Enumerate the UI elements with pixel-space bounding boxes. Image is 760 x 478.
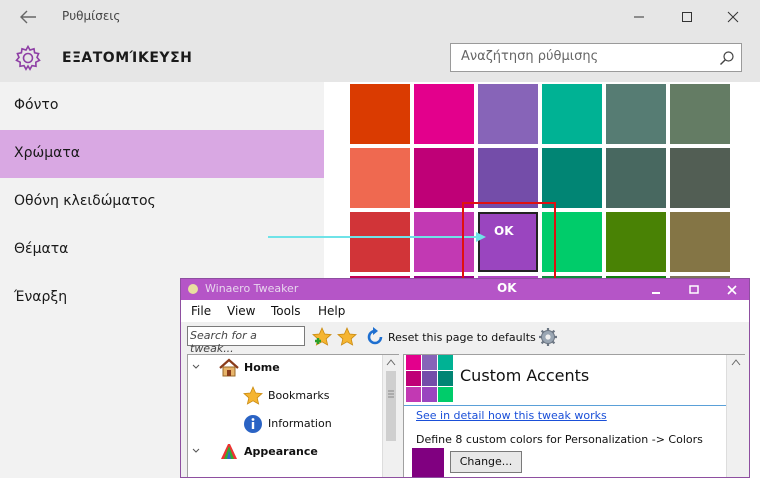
settings-search-input[interactable]: Αναζήτηση ρύθμισης	[450, 43, 742, 72]
color-swatch[interactable]	[350, 148, 410, 208]
menu-tools[interactable]: Tools	[271, 304, 301, 318]
color-swatch[interactable]	[478, 148, 538, 208]
chevron-down-icon	[192, 364, 200, 369]
tweak-detail-link[interactable]: See in detail how this tweak works	[416, 409, 607, 422]
color-swatch[interactable]	[542, 84, 602, 144]
winaero-tweaker-window: Winaero Tweaker OK File View Tools Help …	[180, 278, 750, 478]
close-icon	[727, 11, 739, 23]
house-icon	[219, 358, 239, 377]
menu-view[interactable]: View	[227, 304, 255, 318]
minimize-button[interactable]	[624, 5, 654, 29]
close-button[interactable]	[718, 5, 748, 29]
tweak-search-placeholder: Search for a tweak...	[190, 329, 257, 355]
window-title: Ρυθμίσεις	[62, 9, 121, 23]
panel-divider	[404, 405, 726, 406]
nav-item-label: Φόντο	[14, 97, 59, 113]
menu-help[interactable]: Help	[318, 304, 345, 318]
scrollbar-track	[386, 359, 396, 441]
color-swatch[interactable]	[542, 148, 602, 208]
add-bookmark-icon[interactable]	[311, 326, 333, 348]
custom-accents-icon	[406, 355, 453, 402]
menu-file[interactable]: File	[191, 304, 211, 318]
color-swatch[interactable]	[670, 148, 730, 208]
back-arrow-icon	[20, 10, 36, 24]
nav-item-label: Έναρξη	[14, 289, 68, 305]
color-swatch[interactable]	[350, 84, 410, 144]
tweaker-tree: Home Bookmarks Information Appearance	[187, 354, 399, 477]
tree-item-home[interactable]: Home	[192, 355, 382, 381]
settings-gear-icon[interactable]	[537, 326, 559, 348]
back-button[interactable]	[12, 5, 44, 29]
maximize-button[interactable]	[672, 5, 702, 29]
tweaker-ok-annotation: OK	[497, 281, 517, 295]
tweak-detail-panel: Custom Accents See in detail how this tw…	[403, 354, 745, 477]
search-icon	[720, 51, 734, 65]
tweaker-app-icon	[188, 284, 198, 294]
color-swatch[interactable]	[606, 148, 666, 208]
tweak-search-input[interactable]: Search for a tweak...	[187, 326, 305, 355]
star-icon	[243, 385, 263, 405]
change-color-button[interactable]: Change...	[450, 451, 522, 473]
tweak-description: Define 8 custom colors for Personalizati…	[416, 433, 703, 446]
annotation-arrow	[268, 232, 486, 242]
settings-header: ΕΞΑΤΟΜΊΚΕΥΣΗ Αναζήτηση ρύθμισης	[0, 34, 760, 82]
nav-item-colors[interactable]: Χρώματα	[0, 130, 324, 178]
reset-icon[interactable]	[364, 326, 386, 348]
tree-item-label: Bookmarks	[268, 389, 330, 402]
tweaker-close-button[interactable]	[719, 279, 745, 300]
tweaker-title: Winaero Tweaker	[205, 282, 299, 295]
tree-item-bookmarks[interactable]: Bookmarks	[192, 383, 382, 409]
settings-titlebar: Ρυθμίσεις	[0, 0, 760, 34]
ok-annotation: OK	[494, 224, 514, 238]
minimize-icon	[634, 16, 644, 18]
maximize-icon	[689, 285, 699, 294]
color-swatch[interactable]	[478, 84, 538, 144]
tree-item-label: Information	[268, 417, 332, 430]
chevron-down-icon	[192, 448, 200, 453]
tree-scrollbar[interactable]	[382, 355, 399, 477]
info-icon	[244, 415, 262, 433]
nav-item-label: Χρώματα	[14, 145, 80, 161]
color-swatch[interactable]	[670, 84, 730, 144]
maximize-icon	[682, 12, 692, 22]
tree-item-appearance[interactable]: Appearance	[192, 439, 382, 465]
tree-item-information[interactable]: Information	[192, 411, 382, 437]
custom-color-preview[interactable]	[412, 448, 444, 477]
tweaker-menubar: File View Tools Help	[181, 300, 749, 322]
nav-item-background[interactable]: Φόντο	[0, 82, 324, 130]
palette-icon	[221, 444, 237, 459]
tweaker-maximize-button[interactable]	[681, 279, 707, 300]
tweaker-titlebar: Winaero Tweaker OK	[181, 279, 749, 300]
tweak-title: Custom Accents	[460, 366, 590, 385]
scrollbar-track	[731, 359, 741, 366]
color-swatch[interactable]	[414, 84, 474, 144]
nav-item-label: Οθόνη κλειδώματος	[14, 193, 156, 209]
tweaker-toolbar: Search for a tweak... Reset this page to…	[181, 322, 749, 355]
tweaker-minimize-button[interactable]	[643, 279, 669, 300]
nav-item-label: Θέματα	[14, 241, 69, 257]
nav-item-lock-screen[interactable]: Οθόνη κλειδώματος	[0, 178, 324, 226]
reset-page-button[interactable]: Reset this page to defaults	[388, 331, 536, 344]
color-swatch[interactable]	[542, 212, 602, 272]
page-title: ΕΞΑΤΟΜΊΚΕΥΣΗ	[62, 50, 193, 66]
bookmarks-star-icon[interactable]	[336, 326, 358, 348]
color-swatch[interactable]	[606, 84, 666, 144]
gear-icon	[15, 44, 41, 71]
color-swatch[interactable]	[670, 212, 730, 272]
tree-item-label: Home	[244, 361, 280, 374]
minimize-icon	[652, 292, 660, 294]
tree-item-label: Appearance	[244, 445, 318, 458]
panel-scrollbar[interactable]	[726, 355, 745, 477]
close-icon	[727, 285, 737, 295]
search-placeholder: Αναζήτηση ρύθμισης	[461, 49, 599, 64]
color-swatch[interactable]	[606, 212, 666, 272]
color-swatch[interactable]	[414, 148, 474, 208]
